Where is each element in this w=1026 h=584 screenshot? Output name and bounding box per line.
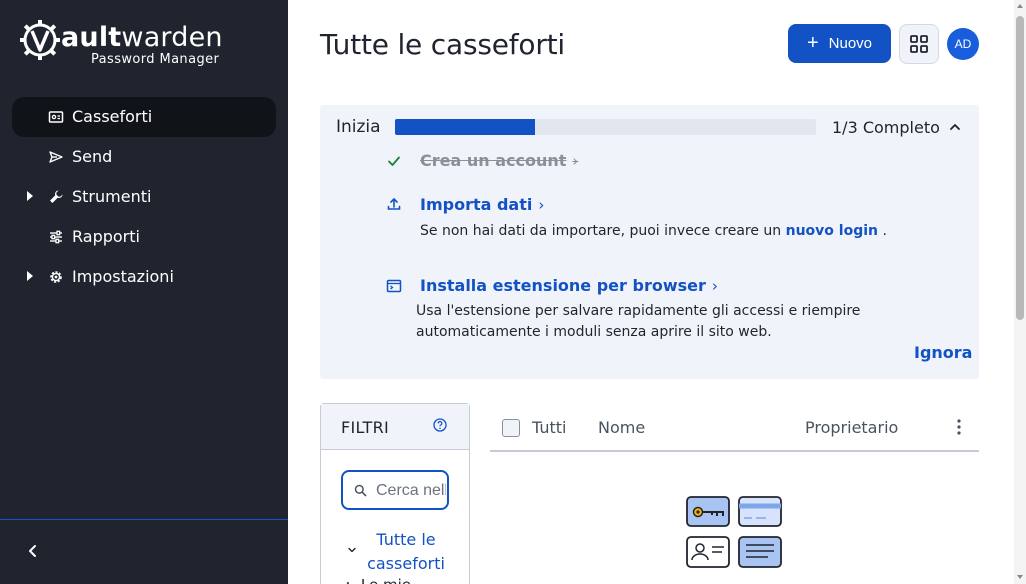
onboarding-progress-bar [395,119,816,135]
page-title: Tutte le casseforti [320,28,566,61]
column-header-owner[interactable]: Proprietario [805,418,898,437]
filter-all-vaults[interactable]: Tutte le casseforti [361,528,451,576]
sidebar-item-strumenti[interactable]: Strumenti [12,177,276,217]
sidebar-item-rapporti[interactable]: Rapporti [12,217,276,257]
vault-table-header: Tutti Nome Proprietario [490,403,979,452]
sidebar-item-label: Send [72,147,113,166]
brand-wordmark: aultwarden [61,22,223,53]
plus-icon: + [806,31,819,54]
new-item-label: Nuovo [828,35,873,52]
sliders-icon [50,230,62,244]
sidebar-nav: Casseforti Send Strumenti Rapporti Impos… [12,97,276,297]
product-switcher-button[interactable] [899,24,939,64]
onboarding-panel: Inizia 1/3 Completo Crea un account › Imp… [320,105,979,379]
send-icon [49,151,63,163]
sidebar-item-label: Impostazioni [72,267,174,286]
chevron-left-icon[interactable] [24,542,42,560]
main-content: Tutte le casseforti + Nuovo AD Inizia 1/… [288,0,1026,584]
sidebar-divider [0,519,288,520]
avatar[interactable]: AD [947,28,979,60]
browser-icon [386,279,402,293]
scroll-up-icon[interactable] [1017,4,1023,8]
gear-icon [50,271,62,283]
filter-my-vault[interactable]: ♟Le mie [343,576,411,584]
sidebar-item-impostazioni[interactable]: Impostazioni [12,257,276,297]
caret-right-icon [27,271,33,281]
vault-icon [48,111,64,123]
chevron-right-icon: › [711,277,718,295]
dismiss-button[interactable]: Ignora [914,343,972,362]
install-extension-link[interactable]: Installa estensione per browser › [420,276,718,295]
column-header-all[interactable]: Tutti [532,418,566,437]
chevron-up-icon[interactable] [948,120,962,134]
caret-right-icon [27,191,33,201]
import-data-link[interactable]: Importa dati › [420,195,544,214]
sidebar-item-label: Rapporti [72,227,140,246]
user-icon: ♟ [343,580,353,584]
filter-search-box[interactable] [341,470,449,510]
grid-icon [910,35,928,53]
onboarding-progress-text: 1/3 Completo [832,118,940,137]
help-circle-icon[interactable] [433,418,447,432]
brand-logo[interactable]: aultwarden Password Manager [20,18,240,68]
page-scrollbar[interactable] [1014,0,1026,584]
sidebar-item-label: Casseforti [72,107,153,126]
filters-title: FILTRI [341,418,390,437]
filters-header: FILTRI [321,404,469,450]
create-account-link[interactable]: Crea un account › [420,151,578,170]
column-header-name[interactable]: Nome [598,418,645,437]
search-icon [354,484,367,497]
chevron-right-icon: › [572,152,579,170]
brand-subtitle: Password Manager [91,52,220,67]
new-login-link[interactable]: nuovo login [786,223,878,239]
gear-v-logo-icon [20,20,60,60]
scrollbar-thumb[interactable] [1016,16,1024,320]
empty-vault-illustration-icon [686,496,782,568]
select-all-checkbox[interactable] [502,419,520,437]
onboarding-title: Inizia [336,117,381,137]
filter-search-input[interactable] [376,480,446,502]
sidebar: aultwarden Password Manager Casseforti S… [0,0,288,584]
check-icon [388,156,400,166]
onboarding-progress-fill [395,119,536,135]
install-extension-description: Usa l'estensione per salvare rapidamente… [416,303,861,340]
chevron-down-icon[interactable] [347,545,357,555]
chevron-right-icon: › [538,196,545,214]
upload-icon [387,198,401,210]
sidebar-item-casseforti[interactable]: Casseforti [12,97,276,137]
sidebar-item-send[interactable]: Send [12,137,276,177]
wrench-icon [50,190,63,203]
sidebar-item-label: Strumenti [72,187,152,206]
new-item-button[interactable]: + Nuovo [788,24,891,63]
scroll-down-icon[interactable] [1017,575,1023,579]
import-data-description: Se non hai dati da importare, puoi invec… [420,223,887,239]
more-vertical-icon[interactable] [952,418,966,436]
filters-panel: FILTRI Tutte le casseforti ♟Le mie [320,403,470,584]
